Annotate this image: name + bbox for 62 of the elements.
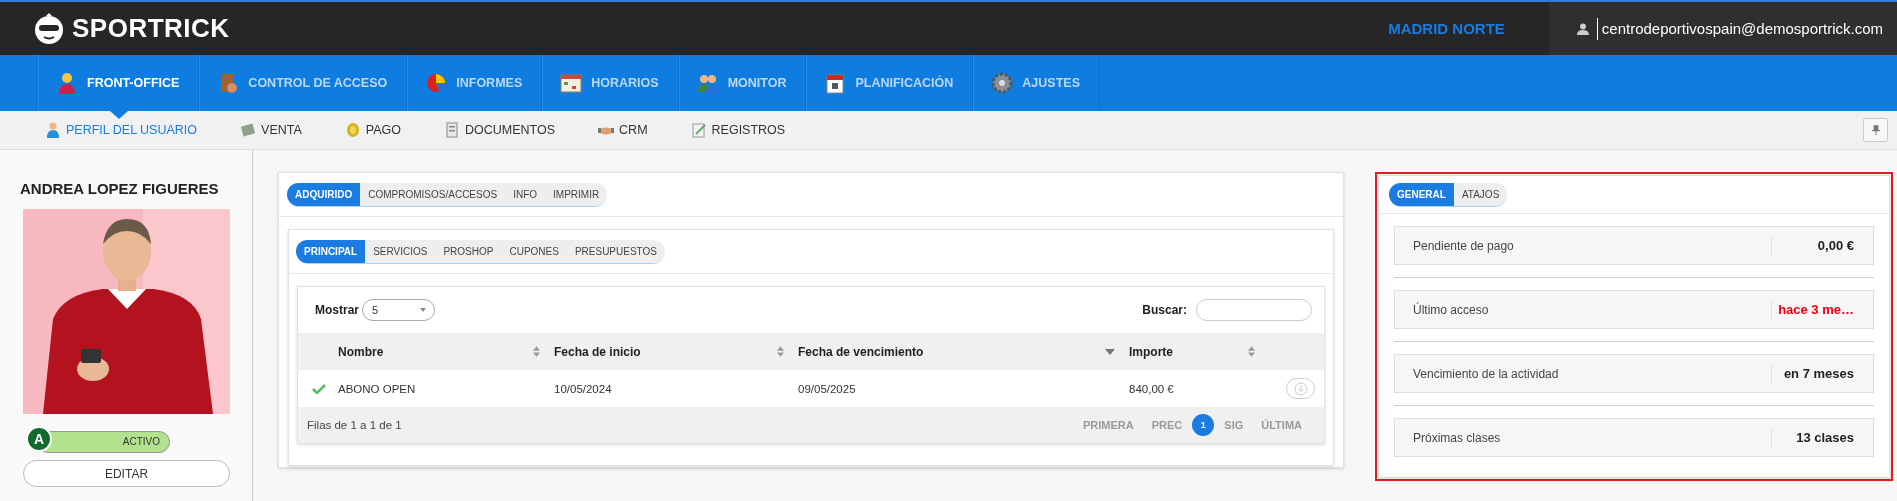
product-tab[interactable]: PROSHOP [435,240,502,263]
download-button[interactable] [1286,378,1315,399]
search-label: Buscar: [1142,303,1187,317]
sub-nav-tab[interactable]: PERFIL DEL USUARIO [45,122,198,138]
column-header[interactable]: Nombre [338,344,554,359]
sub-nav-tab[interactable]: PAGO [344,122,401,138]
user-icon [1576,22,1589,35]
sub-nav-tab[interactable]: REGISTROS [690,122,786,138]
summary-tab[interactable]: GENERAL [1389,183,1454,206]
section-tab[interactable]: INFO [505,183,546,206]
section-tab[interactable]: IMPRIMIR [545,183,608,206]
edit-button[interactable]: EDITAR [23,460,230,487]
calendar-icon [824,72,847,94]
search-field[interactable] [1196,299,1312,321]
person-icon [56,72,78,94]
sub-nav-tab[interactable]: DOCUMENTOS [444,122,556,138]
rows-info: Filas de 1 a 1 de 1 [307,419,402,431]
product-tab[interactable]: PRINCIPAL [296,240,366,263]
document-icon [444,122,460,138]
member-name: ANDREA LOPEZ FIGUERES [20,180,220,197]
coin-icon [344,122,361,138]
banknote-icon [240,122,257,138]
sub-nav-tab[interactable]: VENTA [240,122,302,138]
summary-label: Pendiente de pago [1412,238,1515,253]
avatar-badge: A [26,426,52,452]
column-header[interactable]: Importe [1129,344,1269,359]
table-cell-text: 10/05/2024 [554,382,613,395]
product-tab[interactable]: SERVICIOS [365,240,436,263]
pie-chart-icon [425,72,448,94]
summary-value: 0,00 € [1771,234,1873,257]
section-tab[interactable]: COMPROMISOS/ACCESOS [360,183,506,206]
table-cell-text: 840,00 € [1129,382,1175,395]
brand-name: SPORTRICK [72,13,230,44]
caret-icon [420,308,426,312]
summary-label: Último acceso [1412,302,1490,317]
column-header[interactable]: Fecha de vencimiento [798,344,1129,359]
pagination-link[interactable]: 1 [1192,414,1215,436]
table-cell-text: ABONO OPEN [338,382,417,395]
sub-nav-tab[interactable]: CRM [598,122,648,138]
location-label[interactable]: MADRID NORTE [1388,20,1549,37]
pin-button[interactable] [1863,118,1888,142]
person-icon [45,122,61,138]
table-cell-text: 09/05/2025 [798,382,857,395]
show-label: Mostrar [315,303,359,317]
gear-icon [991,72,1014,94]
download-icon [1293,381,1308,396]
column-header[interactable]: Fecha de inicio [554,344,798,359]
calendar-icon [560,72,583,94]
people-icon [696,72,719,94]
summary-value: 13 clases [1771,426,1873,449]
summary-value: en 7 meses [1771,362,1873,385]
product-tab[interactable]: PRESUPUESTOS [566,240,665,263]
section-tab[interactable]: ADQUIRIDO [287,183,361,206]
logo-icon [32,11,66,46]
summary-value: hace 3 me… [1771,298,1873,321]
product-tab[interactable]: CUPONES [501,240,567,263]
notepad-icon [690,122,707,138]
summary-label: Próximas clases [1412,430,1502,445]
summary-tab[interactable]: ATAJOS [1453,183,1508,206]
summary-label: Vencimiento de la actividad [1412,366,1560,381]
user-email[interactable]: centrodeportivospain@demosportrick.com [1596,17,1883,40]
pin-icon [1871,125,1880,135]
